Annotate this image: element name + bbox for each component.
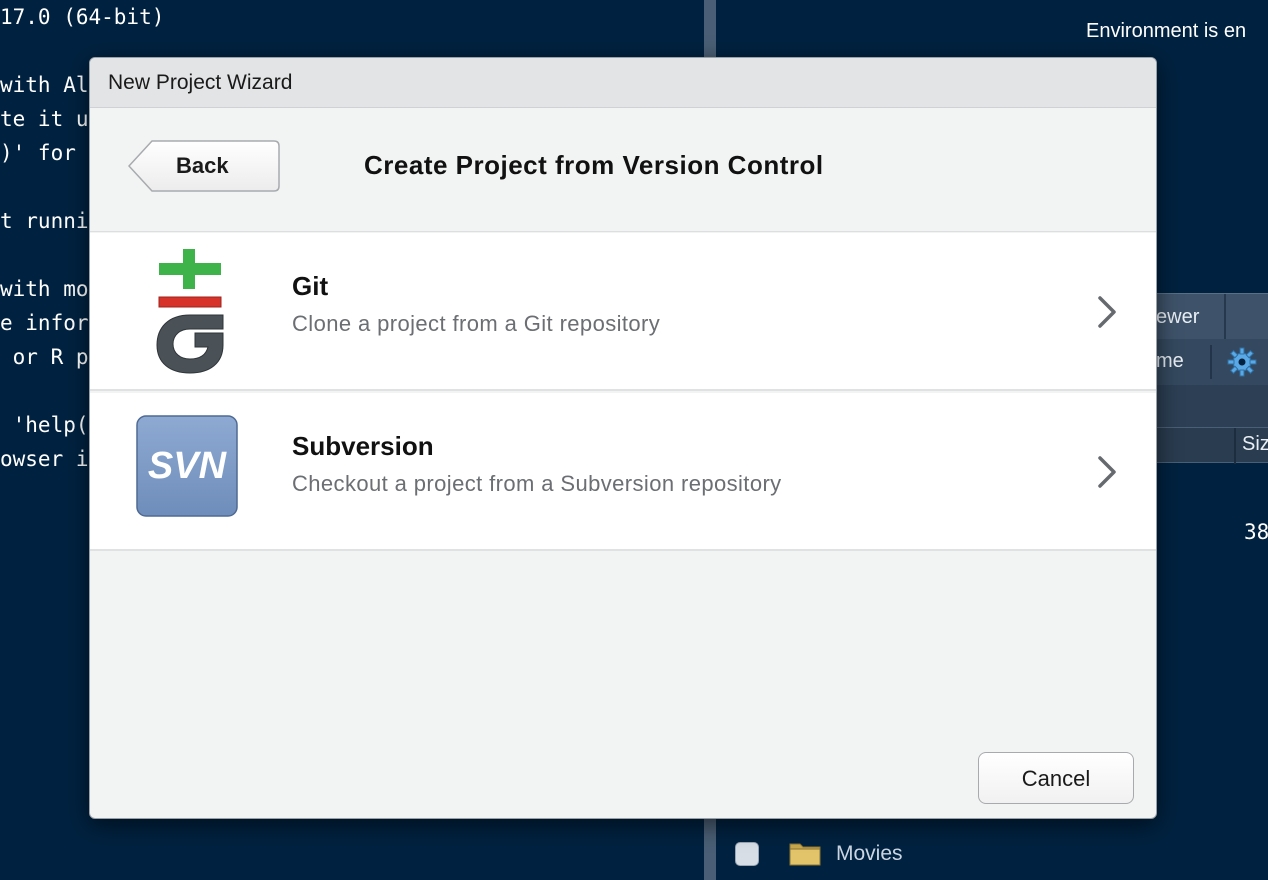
file-name[interactable]: Movies: [836, 842, 903, 866]
breadcrumb-bar: [1156, 385, 1268, 427]
wizard-header: Back Create Project from Version Control: [90, 108, 1156, 232]
back-button-label: Back: [176, 153, 229, 178]
console-line: )' for: [0, 141, 76, 165]
console-line: with Al: [0, 73, 89, 97]
folder-icon: [789, 843, 821, 866]
size-column-header[interactable]: Siz: [1242, 433, 1268, 456]
console-line: 'help(: [0, 413, 89, 437]
gear-icon[interactable]: [1226, 346, 1258, 378]
dialog-titlebar: New Project Wizard: [90, 58, 1156, 108]
option-title: Git: [292, 271, 329, 301]
back-button[interactable]: Back: [128, 140, 280, 192]
new-project-wizard-dialog: New Project Wizard Back Create Project f…: [89, 57, 1157, 819]
svn-icon-text: SVN: [148, 445, 228, 487]
files-column-header: Siz: [1156, 427, 1268, 464]
dialog-title: New Project Wizard: [108, 71, 293, 94]
pane-tab-bar: ewer: [1156, 293, 1268, 340]
console-line: with mo: [0, 277, 89, 301]
column-divider: [1234, 428, 1236, 464]
option-subversion[interactable]: SVN Subversion Checkout a project from a…: [90, 393, 1156, 551]
console-line: t runni: [0, 209, 89, 233]
toolbar-divider: [1210, 345, 1212, 379]
option-description: Clone a project from a Git repository: [292, 311, 661, 336]
page-title: Create Project from Version Control: [364, 150, 824, 180]
rename-button[interactable]: me: [1156, 350, 1184, 373]
console-line: 17.0 (64-bit): [0, 5, 165, 29]
console-line: te it u: [0, 107, 89, 131]
svn-icon: SVN: [136, 415, 238, 517]
console-line: or R p: [0, 345, 89, 369]
file-row-movies[interactable]: Movies: [716, 838, 1268, 872]
tab-viewer-label: ewer: [1156, 306, 1200, 328]
git-icon: [156, 249, 224, 374]
option-description: Checkout a project from a Subversion rep…: [292, 471, 782, 496]
tab-viewer[interactable]: ewer: [1156, 294, 1226, 340]
cancel-button[interactable]: Cancel: [978, 752, 1134, 804]
partial-number: 38: [1244, 520, 1268, 544]
row-checkbox[interactable]: [735, 842, 759, 866]
environment-empty-text: Environment is en: [1086, 20, 1247, 42]
files-toolbar: me: [1156, 339, 1268, 385]
chevron-right-icon: [1098, 296, 1116, 328]
console-line: e infor: [0, 311, 89, 335]
cancel-button-label: Cancel: [1021, 766, 1091, 791]
option-title: Subversion: [292, 431, 434, 461]
option-git[interactable]: Git Clone a project from a Git repositor…: [90, 233, 1156, 391]
console-line: owser i: [0, 447, 89, 471]
chevron-right-icon: [1098, 456, 1116, 488]
